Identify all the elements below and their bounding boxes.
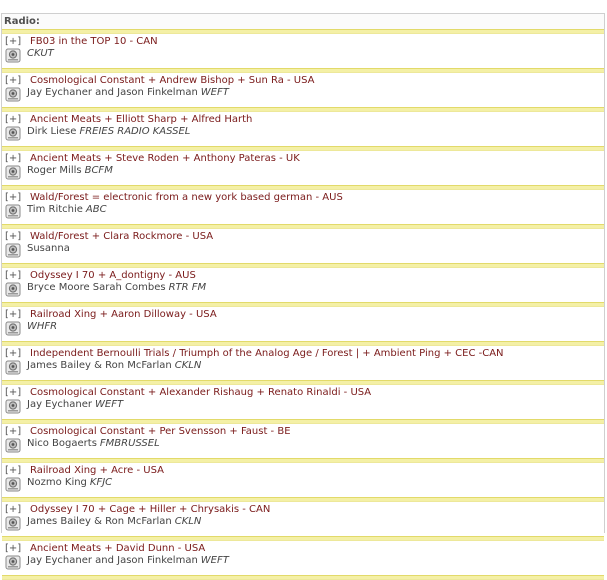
speaker-icon xyxy=(5,282,21,297)
expand-toggle[interactable]: [+] xyxy=(5,387,21,398)
dj-names: Roger Mills xyxy=(27,165,82,176)
expand-toggle[interactable]: [+] xyxy=(5,309,21,320)
show-details: James Bailey & Ron McFarlan CKLN xyxy=(27,360,201,371)
expand-toggle[interactable]: [+] xyxy=(5,270,21,281)
radio-item: [+] Cosmological Constant + Andrew Bisho… xyxy=(2,73,604,107)
dj-names: Dirk Liese xyxy=(27,126,77,137)
radio-item: [+] Odyssey I 70 + Cage + Hiller + Chrys… xyxy=(2,502,604,536)
dj-names: Nozmo King xyxy=(27,477,87,488)
show-details: Tim Ritchie ABC xyxy=(27,204,107,215)
show-title-link[interactable]: Odyssey I 70 + A_dontigny - AUS xyxy=(30,270,196,281)
dj-names: Tim Ritchie xyxy=(27,204,83,215)
radio-list: [+] FB03 in the TOP 10 - CAN CKUT [+] Co… xyxy=(2,34,604,580)
show-details: Roger Mills BCFM xyxy=(27,165,113,176)
show-title-link[interactable]: Wald/Forest + Clara Rockmore - USA xyxy=(30,231,213,242)
show-details: WHFR xyxy=(27,321,57,332)
station-name: FMBRUSSEL xyxy=(99,438,160,449)
show-title-link[interactable]: Independent Bernoulli Trials / Triumph o… xyxy=(30,348,504,359)
section-title: Radio: xyxy=(2,14,604,29)
show-title-link[interactable]: Odyssey I 70 + Cage + Hiller + Chrysakis… xyxy=(30,504,270,515)
dj-names: James Bailey & Ron McFarlan xyxy=(27,360,172,371)
show-title-link[interactable]: Railroad Xing + Aaron Dilloway - USA xyxy=(30,309,217,320)
expand-toggle[interactable]: [+] xyxy=(5,36,21,47)
show-title-link[interactable]: Railroad Xing + Acre - USA xyxy=(30,465,164,476)
station-name: CKUT xyxy=(27,48,54,59)
expand-toggle[interactable]: [+] xyxy=(5,231,21,242)
dj-names: Nico Bogaerts xyxy=(27,438,97,449)
speaker-icon xyxy=(5,243,21,258)
station-name: WEFT xyxy=(200,87,229,98)
divider xyxy=(2,575,604,580)
expand-toggle[interactable]: [+] xyxy=(5,75,21,86)
show-details: Susanna xyxy=(27,243,73,254)
show-title-link[interactable]: Ancient Meats + Steve Roden + Anthony Pa… xyxy=(30,153,300,164)
speaker-icon xyxy=(5,516,21,531)
radio-item: [+] Cosmological Constant + Per Svensson… xyxy=(2,424,604,458)
speaker-icon xyxy=(5,126,21,141)
show-details: Nozmo King KFJC xyxy=(27,477,112,488)
radio-panel: Radio: [+] FB03 in the TOP 10 - CAN CKUT… xyxy=(1,13,605,580)
expand-toggle[interactable]: [+] xyxy=(5,348,21,359)
radio-item: [+] Independent Bernoulli Trials / Trium… xyxy=(2,346,604,380)
speaker-icon xyxy=(5,204,21,219)
show-title-link[interactable]: FB03 in the TOP 10 - CAN xyxy=(30,36,158,47)
speaker-icon xyxy=(5,555,21,570)
station-name: RTR FM xyxy=(168,282,207,293)
radio-item: [+] Ancient Meats + Elliott Sharp + Alfr… xyxy=(2,112,604,146)
radio-item: [+] Ancient Meats + David Dunn - USA Jay… xyxy=(2,541,604,575)
speaker-icon xyxy=(5,477,21,492)
station-name: BCFM xyxy=(84,165,113,176)
dj-names: Jay Eychaner and Jason Finkelman xyxy=(27,555,198,566)
station-name: FREIES RADIO KASSEL xyxy=(79,126,191,137)
speaker-icon xyxy=(5,321,21,336)
radio-item: [+] Railroad Xing + Acre - USA Nozmo Kin… xyxy=(2,463,604,497)
expand-toggle[interactable]: [+] xyxy=(5,192,21,203)
speaker-icon xyxy=(5,87,21,102)
show-title-link[interactable]: Ancient Meats + Elliott Sharp + Alfred H… xyxy=(30,114,252,125)
station-name: WHFR xyxy=(27,321,58,332)
expand-toggle[interactable]: [+] xyxy=(5,504,21,515)
show-details: Jay Eychaner WEFT xyxy=(27,399,123,410)
station-name: WEFT xyxy=(200,555,229,566)
expand-toggle[interactable]: [+] xyxy=(5,153,21,164)
show-details: Jay Eychaner and Jason Finkelman WEFT xyxy=(27,87,229,98)
station-name: KFJC xyxy=(89,477,113,488)
radio-item: [+] Ancient Meats + Steve Roden + Anthon… xyxy=(2,151,604,185)
station-name: CKLN xyxy=(174,516,202,527)
speaker-icon xyxy=(5,165,21,180)
speaker-icon xyxy=(5,399,21,414)
speaker-icon xyxy=(5,48,21,63)
expand-toggle[interactable]: [+] xyxy=(5,543,21,554)
expand-toggle[interactable]: [+] xyxy=(5,114,21,125)
dj-names: Jay Eychaner and Jason Finkelman xyxy=(27,87,198,98)
show-details: Jay Eychaner and Jason Finkelman WEFT xyxy=(27,555,229,566)
station-name: WEFT xyxy=(94,399,124,410)
dj-names: Bryce Moore Sarah Combes xyxy=(27,282,166,293)
show-title-link[interactable]: Ancient Meats + David Dunn - USA xyxy=(30,543,205,554)
show-details: James Bailey & Ron McFarlan CKLN xyxy=(27,516,201,527)
radio-item: [+] Railroad Xing + Aaron Dilloway - USA… xyxy=(2,307,604,341)
show-title-link[interactable]: Cosmological Constant + Andrew Bishop + … xyxy=(30,75,315,86)
show-details: Dirk Liese FREIES RADIO KASSEL xyxy=(27,126,190,137)
radio-item: [+] Wald/Forest + Clara Rockmore - USA S… xyxy=(2,229,604,263)
radio-item: [+] FB03 in the TOP 10 - CAN CKUT xyxy=(2,34,604,68)
speaker-icon xyxy=(5,360,21,375)
show-details: Bryce Moore Sarah Combes RTR FM xyxy=(27,282,206,293)
expand-toggle[interactable]: [+] xyxy=(5,426,21,437)
radio-item: [+] Cosmological Constant + Alexander Ri… xyxy=(2,385,604,419)
show-title-link[interactable]: Cosmological Constant + Per Svensson + F… xyxy=(30,426,291,437)
station-name: CKLN xyxy=(174,360,202,371)
dj-names: Jay Eychaner xyxy=(27,399,92,410)
radio-item: [+] Odyssey I 70 + A_dontigny - AUS Bryc… xyxy=(2,268,604,302)
show-title-link[interactable]: Cosmological Constant + Alexander Rishau… xyxy=(30,387,371,398)
expand-toggle[interactable]: [+] xyxy=(5,465,21,476)
radio-item: [+] Wald/Forest = electronic from a new … xyxy=(2,190,604,224)
show-details: CKUT xyxy=(27,48,54,59)
dj-names: James Bailey & Ron McFarlan xyxy=(27,516,172,527)
show-title-link[interactable]: Wald/Forest = electronic from a new york… xyxy=(30,192,343,203)
station-name: ABC xyxy=(85,204,107,215)
show-details: Nico Bogaerts FMBRUSSEL xyxy=(27,438,160,449)
dj-names: Susanna xyxy=(27,243,70,254)
speaker-icon xyxy=(5,438,21,453)
